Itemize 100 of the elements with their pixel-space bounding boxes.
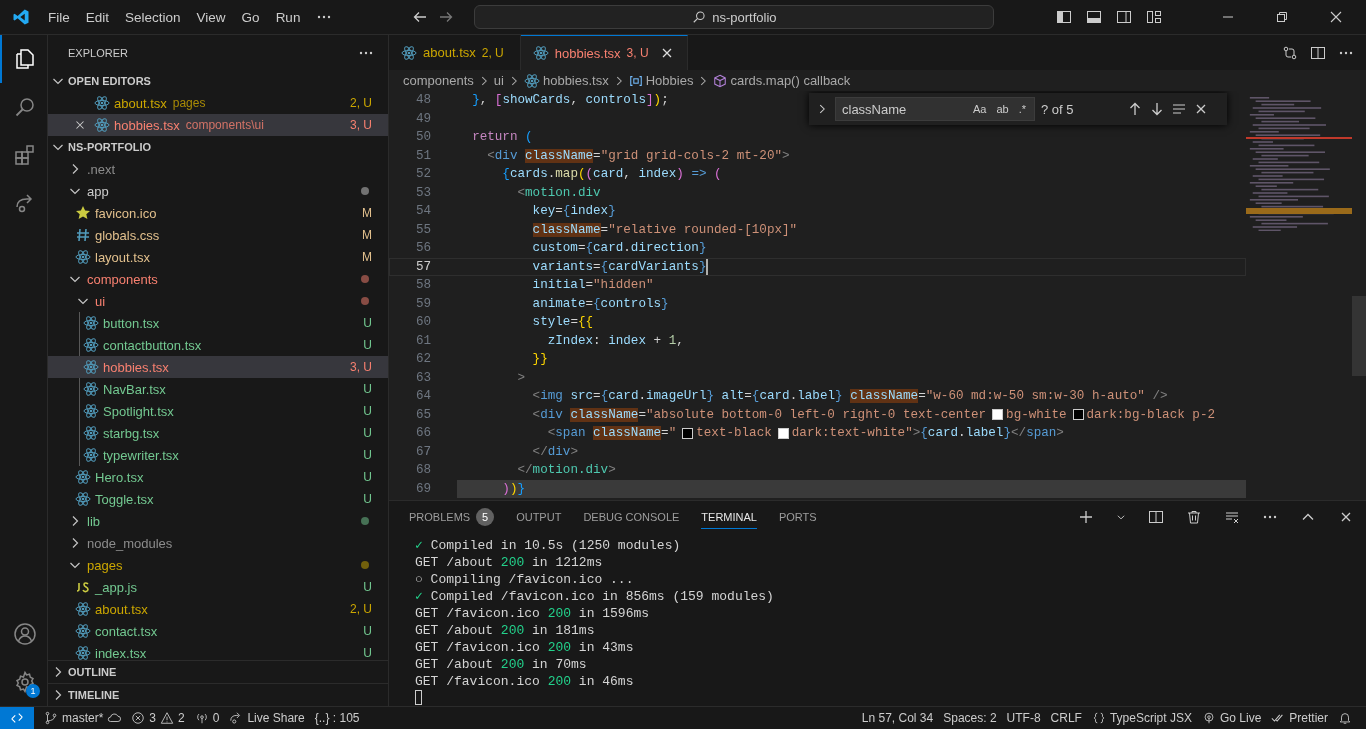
breadcrumb[interactable]: ui [493, 73, 504, 88]
status-item[interactable]: UTF-8 [1006, 711, 1041, 725]
tree-row[interactable]: contactbutton.tsx U [48, 334, 388, 356]
editor-tab[interactable]: hobbies.tsx 3, U [520, 35, 688, 70]
color-swatch[interactable] [682, 427, 694, 439]
tree-row[interactable]: index.tsx U [48, 642, 388, 660]
status-item[interactable]: CRLF [1050, 711, 1082, 725]
tree-row[interactable]: pages [48, 554, 388, 576]
status-item[interactable]: 3 2 [131, 711, 185, 725]
tree-row[interactable]: Toggle.tsx U [48, 488, 388, 510]
code-token: bg-white [1006, 407, 1067, 422]
bell-icon[interactable] [1338, 711, 1352, 725]
status-item[interactable]: Prettier [1271, 711, 1328, 725]
status-item[interactable]: Spaces: 2 [943, 711, 997, 725]
tree-row[interactable]: components [48, 268, 388, 290]
extensions-icon[interactable] [12, 143, 37, 167]
selection-lines-icon[interactable] [1171, 101, 1187, 117]
find-option-toggle[interactable]: .* [1016, 102, 1028, 116]
layout-grid-icon[interactable] [1146, 9, 1162, 25]
panel-tab[interactable]: OUTPUT [516, 505, 562, 529]
section-header[interactable]: OPEN EDITORS [48, 70, 388, 92]
panel-tab[interactable]: TERMINAL [701, 505, 757, 529]
forward-arrow-icon[interactable] [438, 9, 455, 25]
color-swatch[interactable] [1072, 409, 1084, 421]
editor-tab[interactable]: about.tsx 2, U [389, 35, 521, 70]
arrow-up-icon[interactable] [1127, 101, 1143, 117]
color-swatch[interactable] [992, 409, 1004, 421]
menu-item[interactable]: Run [267, 9, 309, 25]
panel-tab[interactable]: DEBUG CONSOLE [583, 505, 680, 529]
clear-icon[interactable] [1224, 509, 1240, 525]
breadcrumb[interactable]: hobbies.tsx [542, 73, 609, 88]
split-terminal-icon[interactable] [1148, 509, 1164, 525]
remote-button[interactable] [0, 707, 34, 729]
close-icon[interactable] [1328, 9, 1344, 25]
back-arrow-icon[interactable] [412, 9, 429, 25]
color-swatch[interactable] [777, 427, 789, 439]
tree-row[interactable]: Hero.tsx U [48, 466, 388, 488]
tree-row[interactable]: layout.tsx M [48, 246, 388, 268]
compare-changes-icon[interactable] [1282, 44, 1298, 61]
status-item[interactable]: Go Live [1201, 711, 1262, 725]
menu-item[interactable]: Go [233, 9, 268, 25]
menu-item[interactable]: View [188, 9, 234, 25]
status-item[interactable]: Live Share [229, 711, 305, 725]
tree-row[interactable]: favicon.ico M [48, 202, 388, 224]
section-header[interactable]: NS-PORTFOLIO [48, 136, 388, 158]
tree-row[interactable]: .next [48, 158, 388, 180]
branch-icon [44, 711, 58, 725]
split-layout-icon[interactable] [1116, 9, 1132, 25]
tree-label: starbg.tsx [103, 425, 160, 441]
status-item[interactable]: TypeScript JSX [1091, 711, 1192, 725]
tree-row[interactable]: globals.css M [48, 224, 388, 246]
tree-row[interactable]: about.tsx 2, U [48, 598, 388, 620]
section-header[interactable]: OUTLINE [48, 660, 388, 683]
tree-row[interactable]: hobbies.tsx 3, U [48, 356, 388, 378]
menu-item[interactable]: Edit [77, 9, 118, 25]
tree-row[interactable]: NavBar.tsx U [48, 378, 388, 400]
tree-row[interactable]: app [48, 180, 388, 202]
sidebar-layout-icon[interactable] [1056, 9, 1072, 25]
status-item[interactable]: {..} : 105 [314, 711, 360, 725]
plus-icon[interactable] [1078, 509, 1094, 525]
panel-tab[interactable]: PORTS [778, 505, 817, 529]
code-token: ( [585, 167, 594, 182]
tree-row[interactable]: button.tsx U [48, 312, 388, 334]
code-token: key [532, 204, 556, 219]
open-editor-item[interactable]: hobbies.tsx components\ui 3, U [48, 114, 388, 136]
search-field[interactable]: ns-portfolio [474, 5, 995, 29]
trash-icon[interactable] [1186, 509, 1202, 525]
breadcrumb[interactable]: cards.map() callback [730, 73, 851, 88]
code-token: style [532, 315, 571, 330]
arrow-down-icon[interactable] [1149, 101, 1165, 117]
caret-icon[interactable] [1116, 512, 1126, 522]
tree-row[interactable]: contact.tsx U [48, 620, 388, 642]
tree-row[interactable]: ui [48, 290, 388, 312]
breadcrumb[interactable]: Hobbies [645, 73, 694, 88]
tree-row[interactable]: node_modules [48, 532, 388, 554]
panel-layout-icon[interactable] [1086, 9, 1102, 25]
code-token: custom [532, 241, 578, 256]
account-icon[interactable] [12, 622, 37, 646]
find-input[interactable]: className Aa ab .* [835, 97, 1035, 121]
breadcrumb[interactable]: components [403, 73, 474, 88]
find-option-toggle[interactable]: Aa [970, 102, 989, 116]
restore-icon[interactable] [1274, 9, 1290, 25]
cube-icon [713, 73, 728, 88]
find-option-toggle[interactable]: ab [994, 102, 1011, 116]
tree-row[interactable]: _app.js U [48, 576, 388, 598]
tree-row[interactable]: lib [48, 510, 388, 532]
tree-row[interactable]: Spotlight.tsx U [48, 400, 388, 422]
menu-item[interactable]: Selection [117, 9, 189, 25]
panel-tab[interactable]: PROBLEMS 5 [409, 505, 495, 529]
section-header[interactable]: TIMELINE [48, 683, 388, 706]
status-item[interactable]: Ln 57, Col 34 [861, 711, 934, 725]
code-token: { [585, 241, 594, 256]
tree-row[interactable]: typewriter.tsx U [48, 444, 388, 466]
status-item[interactable]: master* [44, 711, 122, 725]
tree-row[interactable]: starbg.tsx U [48, 422, 388, 444]
open-editor-item[interactable]: about.tsx pages 2, U [48, 92, 388, 114]
menu-item[interactable]: File [40, 9, 78, 25]
status-item[interactable]: 0 [194, 711, 220, 725]
terminal-cursor [415, 690, 422, 705]
split-editor-icon[interactable] [1310, 44, 1326, 61]
